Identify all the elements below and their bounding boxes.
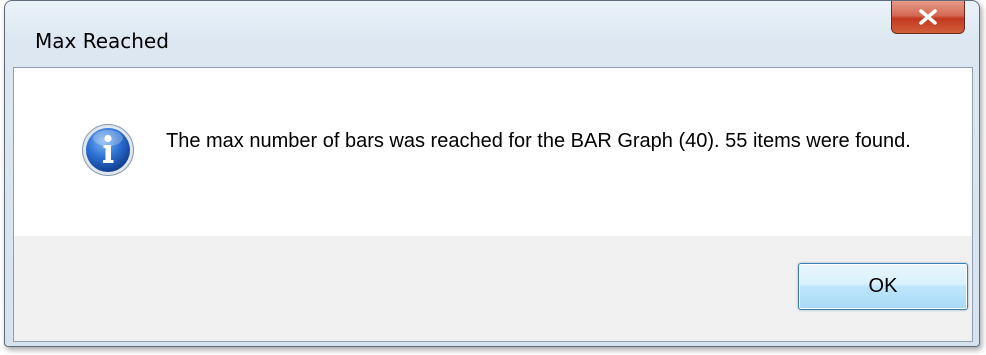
ok-button[interactable]: OK [798,263,968,310]
message-text: The max number of bars was reached for t… [166,130,911,152]
close-icon [917,8,939,26]
close-button[interactable] [891,1,965,34]
dialog-window: Max Reached The max number of bars was r… [4,0,980,347]
title-bar[interactable]: Max Reached [5,1,979,53]
info-icon [81,123,135,177]
dialog-title: Max Reached [35,29,169,53]
dialog-body: The max number of bars was reached for t… [13,67,973,342]
message-area: The max number of bars was reached for t… [14,68,972,236]
